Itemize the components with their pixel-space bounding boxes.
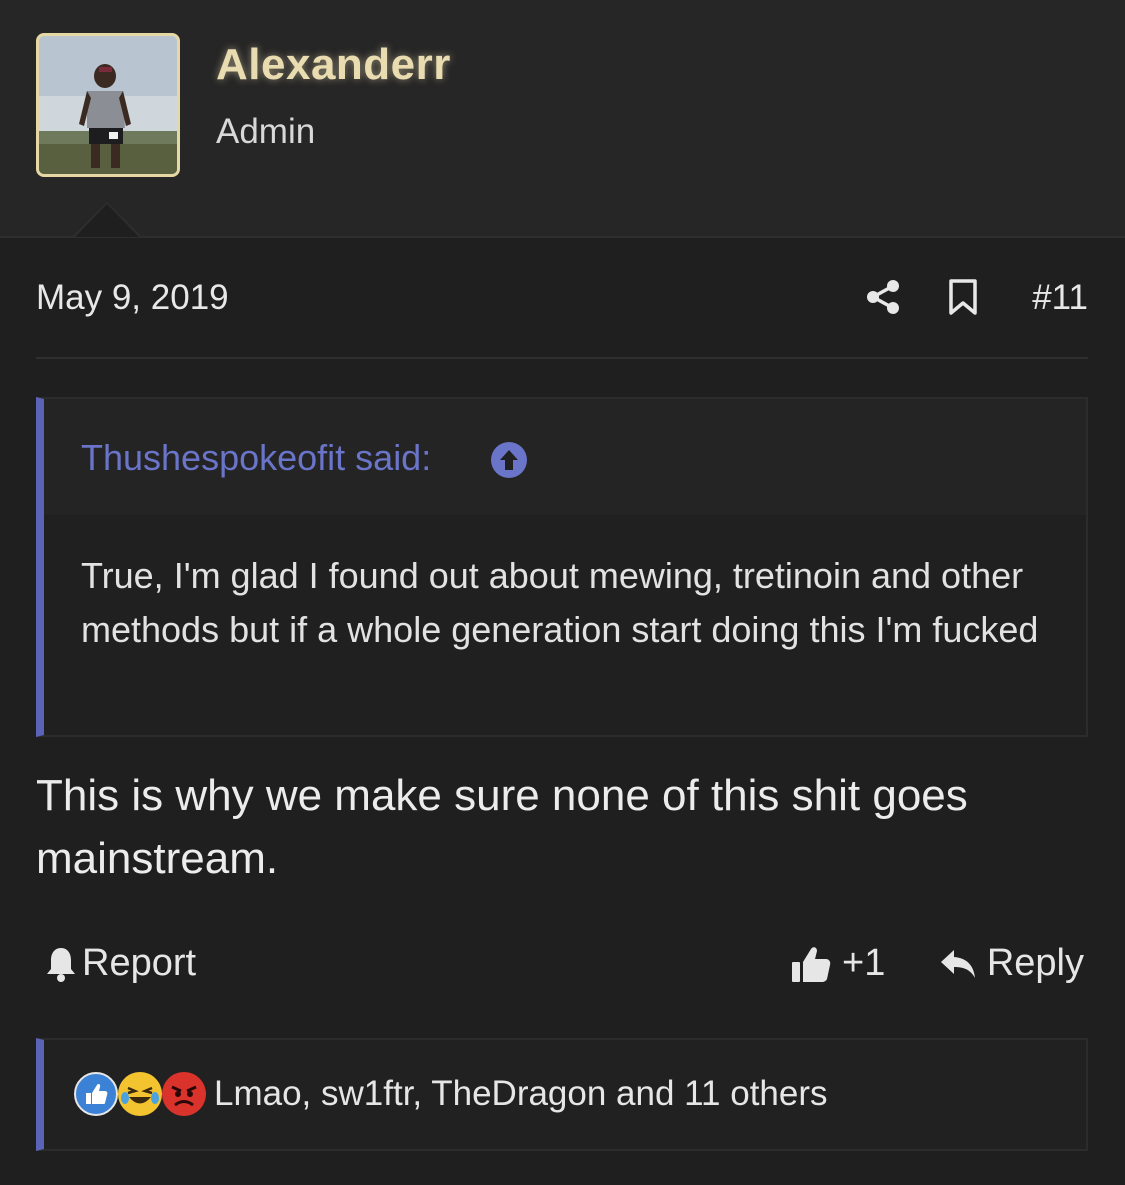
post-meta: May 9, 2019 #11 <box>36 276 1088 322</box>
like-reaction-icon <box>74 1072 118 1116</box>
username[interactable]: Alexanderr <box>216 40 451 90</box>
thumbs-up-icon <box>792 946 831 982</box>
like-button[interactable]: +1 <box>790 942 885 985</box>
bookmark-icon[interactable] <box>946 278 980 316</box>
angry-reaction-icon <box>162 1072 206 1116</box>
laugh-cry-reaction-icon <box>118 1072 162 1116</box>
share-icon[interactable] <box>864 278 902 316</box>
reply-label: Reply <box>986 942 1084 984</box>
reply-button[interactable]: Reply <box>939 942 1084 985</box>
quote-text: True, I'm glad I found out about mewing,… <box>81 555 1039 650</box>
reactions-summary[interactable]: Lmao, sw1ftr, TheDragon and 11 others <box>214 1074 828 1114</box>
post-header: Alexanderr Admin <box>0 0 1125 238</box>
like-label: +1 <box>842 942 886 984</box>
quote-block: Thushespokeofit said: True, I'm glad I f… <box>36 397 1088 737</box>
reply-icon <box>940 949 975 978</box>
post-actions: Report +1 Reply <box>36 938 1088 994</box>
meta-divider <box>36 357 1088 359</box>
user-role: Admin <box>216 112 316 151</box>
quote-author-link[interactable]: Thushespokeofit said: <box>81 437 431 479</box>
quote-header: Thushespokeofit said: <box>44 399 1086 515</box>
post-body: This is why we make sure none of this sh… <box>36 771 968 883</box>
post-number-link[interactable]: #11 <box>1032 278 1088 318</box>
post-date[interactable]: May 9, 2019 <box>36 278 229 318</box>
arrow-up-circle-icon[interactable] <box>490 441 528 479</box>
avatar-photo <box>39 36 177 174</box>
header-pointer <box>75 204 139 237</box>
reaction-icons <box>74 1072 214 1120</box>
report-button[interactable]: Report <box>44 942 196 985</box>
avatar[interactable] <box>36 33 180 177</box>
bell-icon <box>47 947 75 982</box>
reactions-bar[interactable]: Lmao, sw1ftr, TheDragon and 11 others <box>36 1038 1088 1151</box>
report-label: Report <box>82 942 197 984</box>
